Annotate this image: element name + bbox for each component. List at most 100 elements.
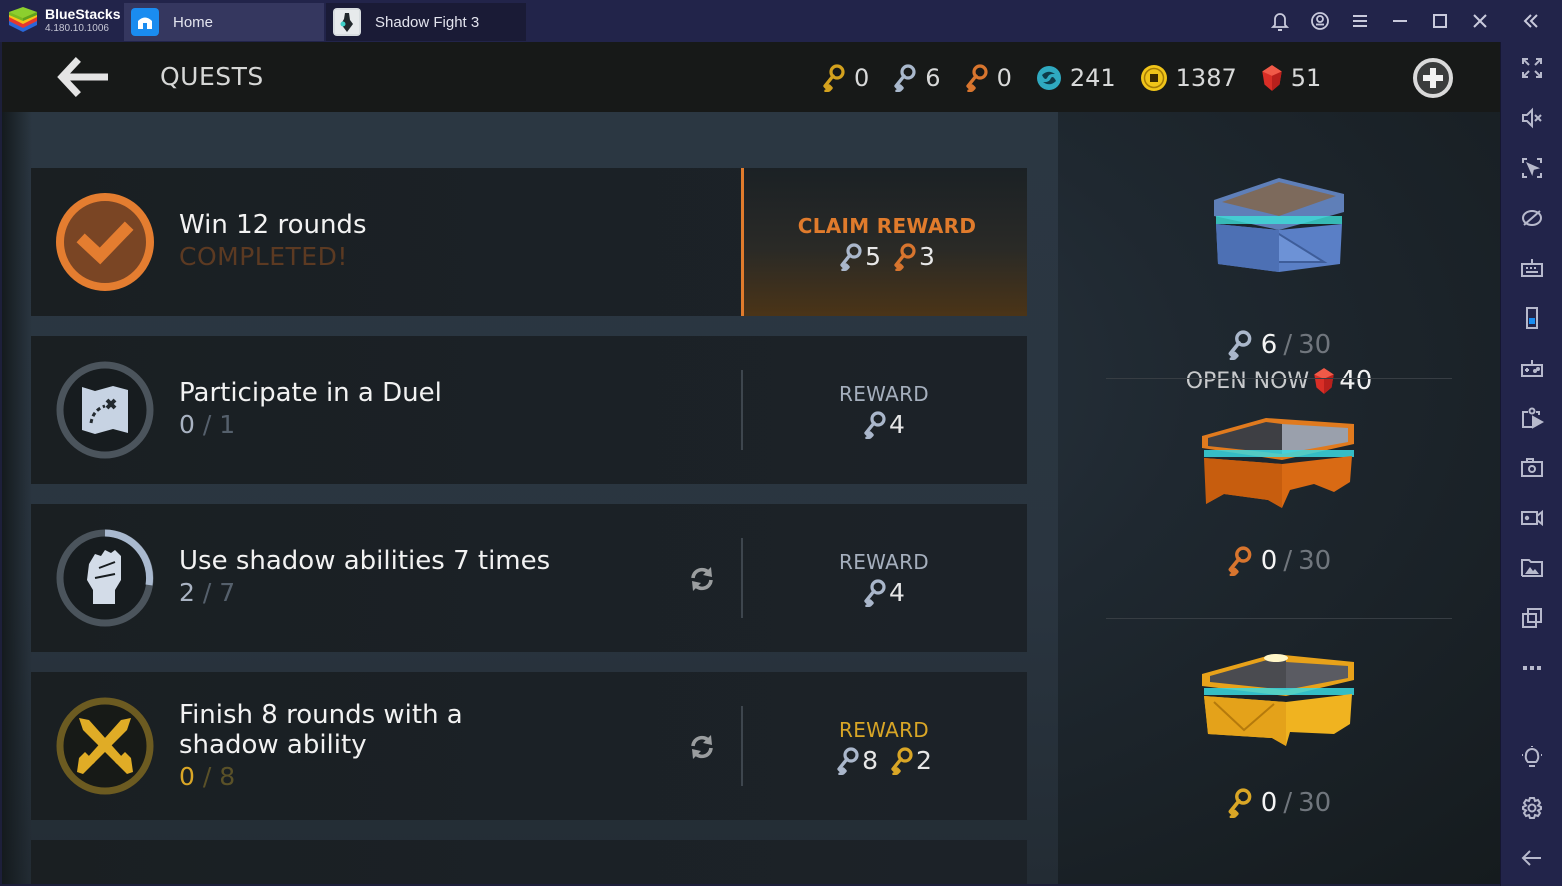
device-rotate-icon[interactable] — [1501, 298, 1562, 338]
gold-key-count: 0 — [854, 64, 870, 92]
reward-value: 2 — [916, 746, 932, 775]
progress-separator: / — [202, 410, 212, 439]
reward-silver-key: 8 — [836, 746, 878, 775]
quest-card: Use shadow abilities 7 times 2 / 7 REWAR… — [31, 504, 1027, 652]
bronze-key-icon — [965, 64, 989, 92]
currency-silver-key: 6 — [893, 64, 941, 92]
media-folder-icon[interactable] — [1501, 548, 1562, 588]
currency-bronze-key: 0 — [965, 64, 1012, 92]
tab-home[interactable]: Home — [124, 3, 324, 41]
gem-icon — [1261, 64, 1283, 92]
account-icon[interactable] — [1300, 0, 1340, 42]
progress-current: 2 — [179, 578, 195, 607]
record-icon[interactable] — [1501, 498, 1562, 538]
quest-title: Use shadow abilities 7 times — [179, 546, 551, 576]
silver-key-icon — [839, 243, 863, 271]
quest-title-line-2: shadow ability — [179, 730, 367, 760]
lock-cursor-icon[interactable] — [1501, 148, 1562, 188]
currency-bar: 0 6 0 241 1387 51 — [822, 60, 1345, 96]
quest-card: Win 12 rounds COMPLETED! CLAIM REWARD 5 … — [31, 168, 1027, 316]
reward-value: 3 — [919, 242, 935, 271]
refresh-quest-button[interactable] — [687, 564, 717, 594]
progress-total: 7 — [219, 578, 236, 607]
progress-current: 0 — [179, 762, 195, 791]
minimize-icon[interactable] — [1380, 0, 1420, 42]
silver-key-icon — [1227, 330, 1253, 360]
reward-gold-key: 2 — [890, 746, 932, 775]
quest-progress: 0 / 1 — [179, 410, 235, 439]
back-icon[interactable] — [1501, 838, 1562, 878]
quest-progress: 2 / 7 — [179, 578, 235, 607]
bronze-key-count: 0 — [996, 64, 1012, 92]
open-now-cost: 40 — [1339, 366, 1373, 396]
quest-card: Participate in a Duel 0 / 1 REWARD 4 — [31, 336, 1027, 484]
silver-key-count: 6 — [925, 64, 941, 92]
reward-value: 4 — [889, 410, 905, 439]
tab-shadow-fight-3[interactable]: Shadow Fight 3 — [326, 3, 526, 41]
gem-count: 51 — [1290, 64, 1322, 92]
reward-bronze-key: 3 — [893, 242, 935, 271]
currency-shadow-orb: 241 — [1036, 64, 1116, 92]
gold-chest-image — [1202, 654, 1354, 746]
camera-icon[interactable] — [1501, 448, 1562, 488]
quest-card: Finish 8 rounds with a shadow ability 0 … — [31, 672, 1027, 820]
reward-value: 4 — [889, 578, 905, 607]
reward-silver-key: 4 — [863, 578, 905, 607]
reward-box: REWARD 8 2 — [741, 672, 1027, 820]
bronze-chest-progress: 0 / 30 — [1106, 546, 1452, 576]
gold-chest-progress: 0 / 30 — [1106, 788, 1452, 818]
silver-key-icon — [836, 747, 860, 775]
reward-value: 5 — [865, 242, 881, 271]
silver-key-icon — [863, 579, 887, 607]
title-bar: BlueStacks 4.180.10.1006 Home Shadow Fig… — [0, 0, 1562, 42]
game-thumbnail-icon — [333, 8, 361, 36]
coin-icon — [1140, 65, 1167, 91]
silver-chest-image — [1214, 178, 1344, 272]
quest-card-partial — [31, 840, 1027, 884]
claim-reward-button[interactable]: CLAIM REWARD 5 3 — [741, 168, 1027, 316]
refresh-quest-button[interactable] — [687, 732, 717, 762]
gem-icon — [1313, 367, 1335, 395]
currency-gem: 51 — [1261, 64, 1322, 92]
silver-key-icon — [893, 64, 917, 92]
progress-separator: / — [202, 578, 212, 607]
settings-icon[interactable] — [1501, 788, 1562, 828]
maximize-icon[interactable] — [1420, 0, 1460, 42]
app-version: 4.180.10.1006 — [45, 23, 109, 34]
open-now-button[interactable]: OPEN NOW 40 — [1106, 366, 1452, 396]
install-apk-icon[interactable] — [1501, 398, 1562, 438]
mute-icon[interactable] — [1501, 98, 1562, 138]
lightbulb-icon[interactable] — [1501, 738, 1562, 778]
more-icon[interactable] — [1501, 648, 1562, 688]
add-currency-button[interactable] — [1412, 57, 1454, 99]
crossed-swords-icon — [56, 697, 154, 795]
reward-silver-key: 5 — [839, 242, 881, 271]
quest-title-line-1: Finish 8 rounds with a — [179, 700, 463, 730]
home-icon — [131, 8, 159, 36]
menu-icon[interactable] — [1340, 0, 1380, 42]
currency-coin: 1387 — [1140, 64, 1237, 92]
silver-key-icon — [863, 411, 887, 439]
chest-max: 30 — [1298, 788, 1332, 818]
progress-separator: / — [202, 762, 212, 791]
close-icon[interactable] — [1460, 0, 1500, 42]
bell-icon[interactable] — [1260, 0, 1300, 42]
fullscreen-icon[interactable] — [1501, 48, 1562, 88]
quest-list: Win 12 rounds COMPLETED! CLAIM REWARD 5 … — [2, 112, 1058, 884]
game-header: QUESTS 0 6 0 241 1387 51 — [2, 42, 1500, 112]
chest-current: 0 — [1260, 546, 1278, 576]
multi-instance-icon[interactable] — [1501, 598, 1562, 638]
app-name: BlueStacks — [45, 6, 121, 22]
divider — [1106, 378, 1452, 379]
gamepad-icon[interactable] — [1501, 348, 1562, 388]
currency-gold-key: 0 — [822, 64, 869, 92]
open-now-label: OPEN NOW — [1185, 368, 1310, 394]
bronze-key-icon — [1227, 546, 1253, 576]
reward-box: REWARD 4 — [741, 504, 1027, 652]
keyboard-icon[interactable] — [1501, 248, 1562, 288]
hide-icon[interactable] — [1501, 198, 1562, 238]
tab-home-label: Home — [173, 13, 214, 31]
reward-label: REWARD — [839, 550, 929, 574]
collapse-sidebar-icon[interactable] — [1500, 0, 1562, 42]
back-arrow-icon[interactable] — [54, 56, 112, 98]
